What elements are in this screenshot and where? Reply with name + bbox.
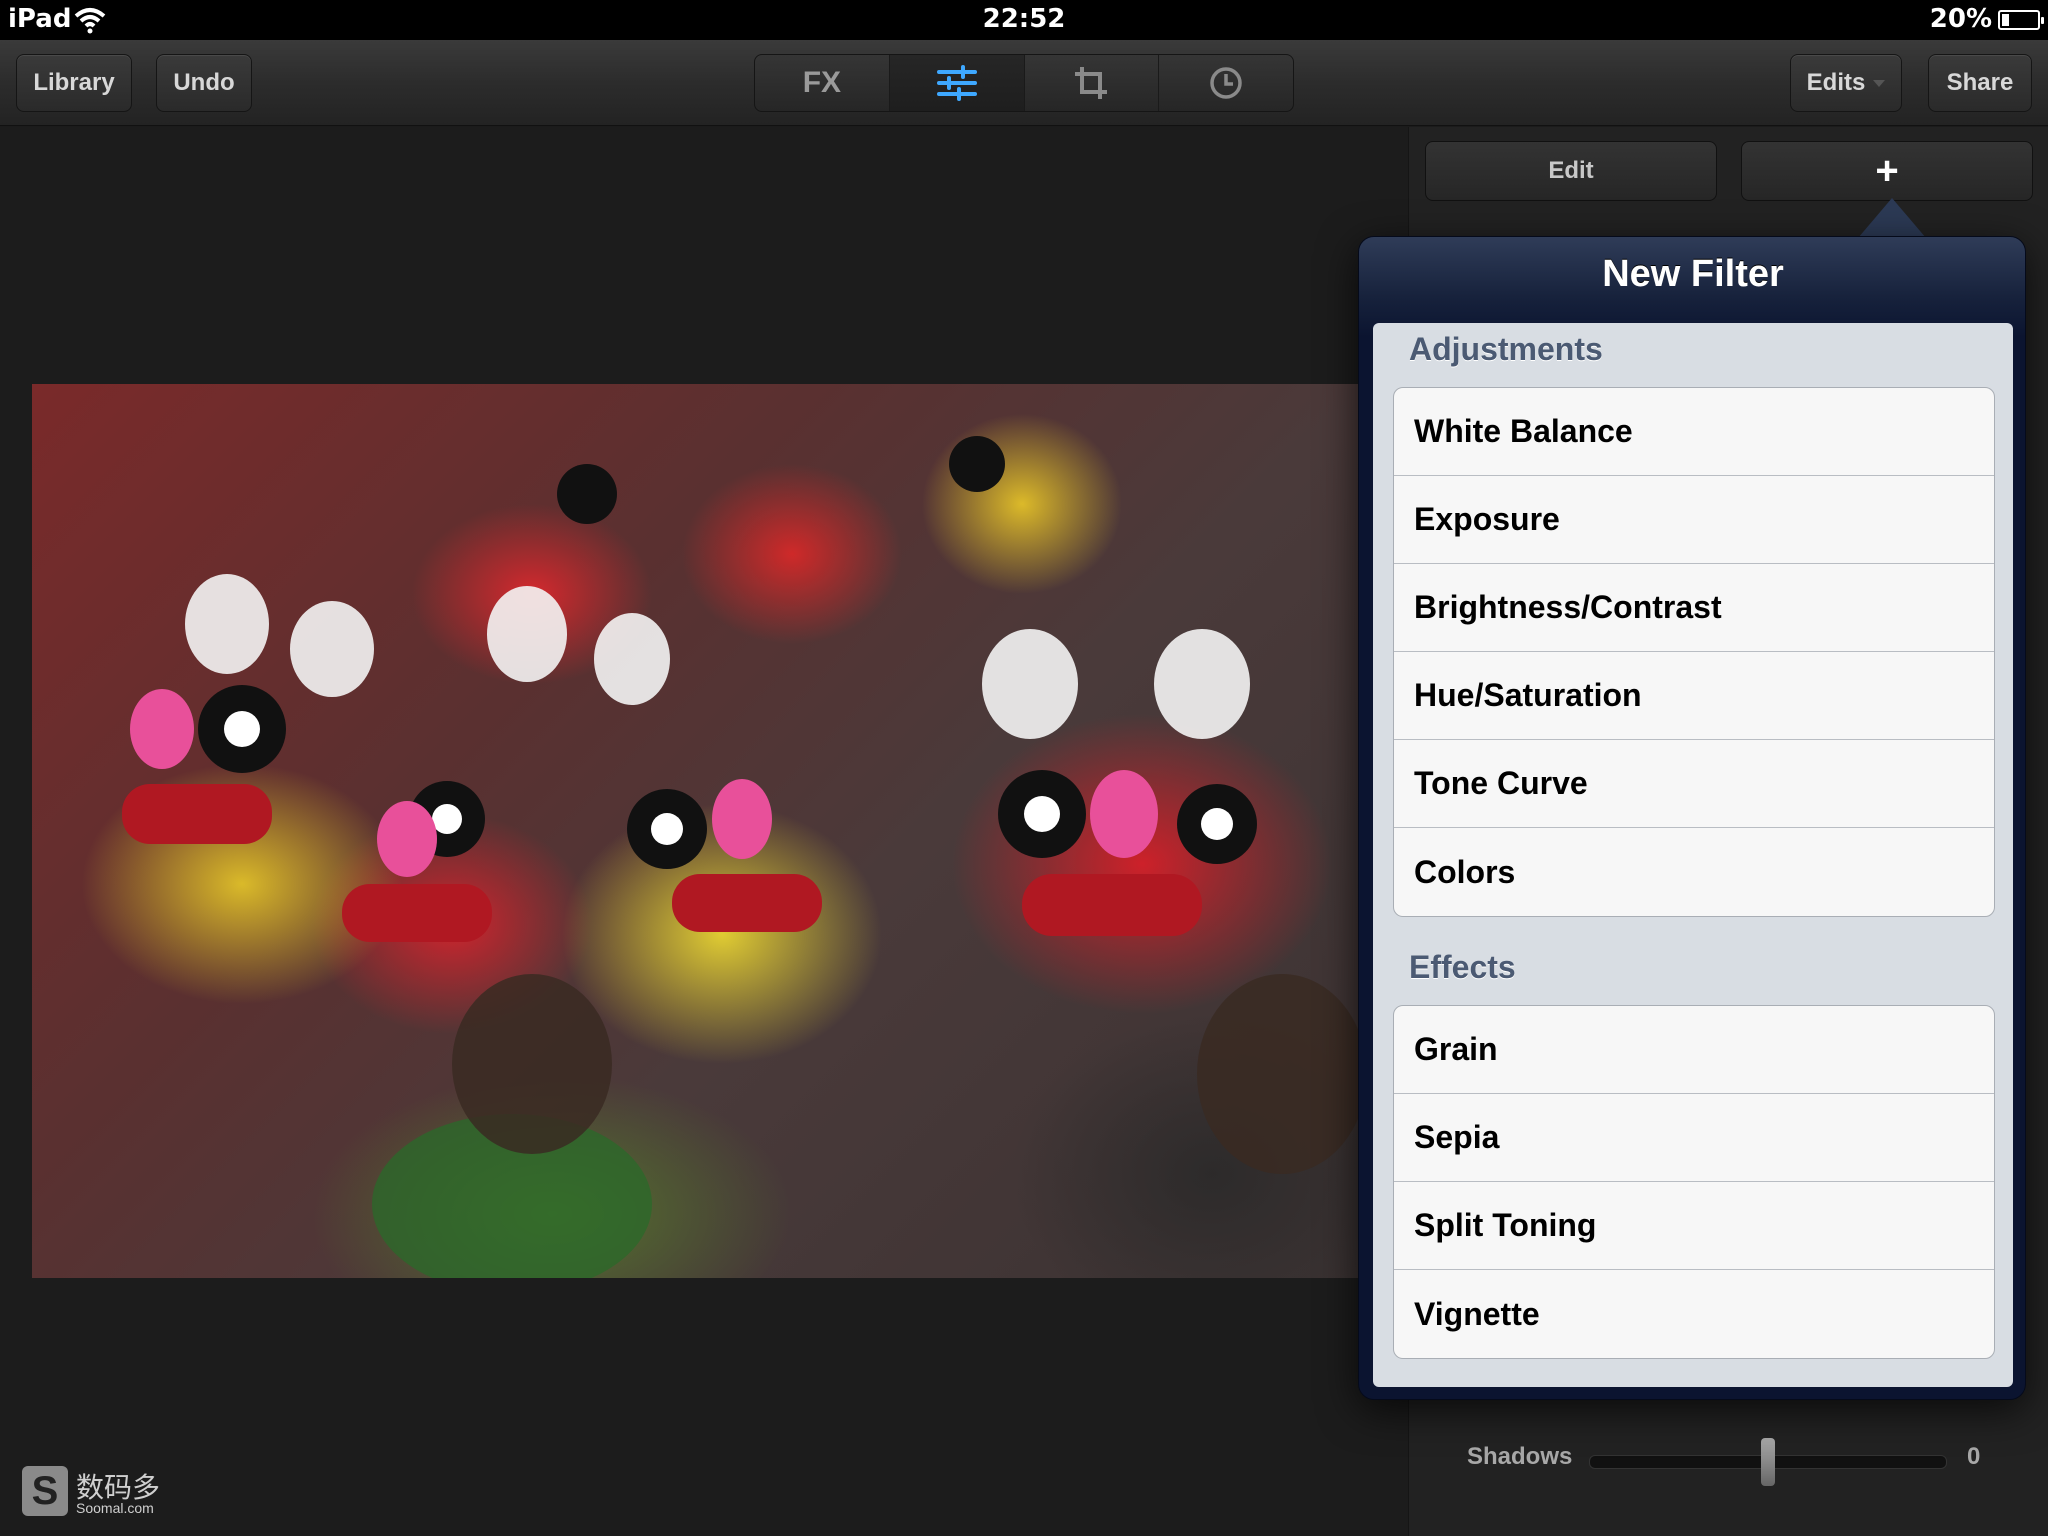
- photo-content: [122, 436, 1367, 1278]
- tool-mode-selector: FX: [754, 54, 1294, 112]
- chevron-down-icon: [1873, 79, 1886, 87]
- tab-fx-label: FX: [802, 66, 842, 99]
- tab-adjustments[interactable]: [889, 55, 1025, 111]
- filter-sepia[interactable]: Sepia: [1394, 1094, 1994, 1182]
- tab-history[interactable]: [1159, 55, 1293, 111]
- adjustments-group: White Balance Exposure Brightness/Contra…: [1393, 387, 1995, 917]
- section-header-effects: Effects: [1409, 949, 1516, 985]
- status-time: 22:52: [982, 4, 1066, 34]
- library-button[interactable]: Library: [16, 54, 132, 112]
- photo-preview[interactable]: [32, 384, 1372, 1278]
- crop-icon: [1075, 67, 1108, 99]
- edits-label: Edits: [1806, 69, 1866, 96]
- shadows-control: Shadows 0: [1459, 1433, 2019, 1486]
- share-button[interactable]: Share: [1928, 54, 2032, 112]
- filter-grain[interactable]: Grain: [1394, 1006, 1994, 1094]
- shadows-slider-thumb[interactable]: [1761, 1438, 1775, 1486]
- watermark: S 数码多 Soomal.com: [22, 1466, 172, 1518]
- clock-icon: [1210, 67, 1242, 99]
- edit-button[interactable]: Edit: [1425, 141, 1717, 201]
- filter-tone-curve[interactable]: Tone Curve: [1394, 740, 1994, 828]
- filter-split-toning[interactable]: Split Toning: [1394, 1182, 1994, 1270]
- shadows-value: 0: [1967, 1443, 1981, 1470]
- effects-group: Grain Sepia Split Toning Vignette: [1393, 1005, 1995, 1359]
- sliders-icon: [936, 65, 977, 101]
- filter-vignette[interactable]: Vignette: [1394, 1270, 1994, 1358]
- filter-brightness-contrast[interactable]: Brightness/Contrast: [1394, 564, 1994, 652]
- battery-fill: [2002, 14, 2009, 26]
- filter-list: Adjustments White Balance Exposure Brigh…: [1373, 323, 2013, 1387]
- filter-hue-saturation[interactable]: Hue/Saturation: [1394, 652, 1994, 740]
- popover-title: New Filter: [1602, 253, 1784, 295]
- edits-button[interactable]: Edits: [1790, 54, 1902, 112]
- tab-fx[interactable]: FX: [755, 55, 890, 111]
- popover-arrow: [1858, 198, 1926, 238]
- shadows-slider[interactable]: [1589, 1438, 1947, 1486]
- filter-white-balance[interactable]: White Balance: [1394, 388, 1994, 476]
- filter-colors[interactable]: Colors: [1394, 828, 1994, 916]
- battery-percent: 20%: [1929, 4, 1992, 34]
- watermark-subtext: Soomal.com: [76, 1500, 154, 1516]
- tab-crop[interactable]: [1025, 55, 1160, 111]
- shadows-label: Shadows: [1467, 1443, 1573, 1470]
- undo-button[interactable]: Undo: [156, 54, 252, 112]
- filter-exposure[interactable]: Exposure: [1394, 476, 1994, 564]
- watermark-logo-icon: S: [22, 1466, 68, 1516]
- battery-icon: [1998, 10, 2044, 30]
- new-filter-popover: New Filter Adjustments White Balance Exp…: [1358, 236, 2026, 1400]
- toolbar: Library Undo FX Edits Share: [0, 40, 2048, 126]
- add-filter-button[interactable]: +: [1741, 141, 2033, 201]
- section-header-adjustments: Adjustments: [1409, 331, 1603, 367]
- status-bar: iPad 22:52 20%: [0, 0, 2048, 40]
